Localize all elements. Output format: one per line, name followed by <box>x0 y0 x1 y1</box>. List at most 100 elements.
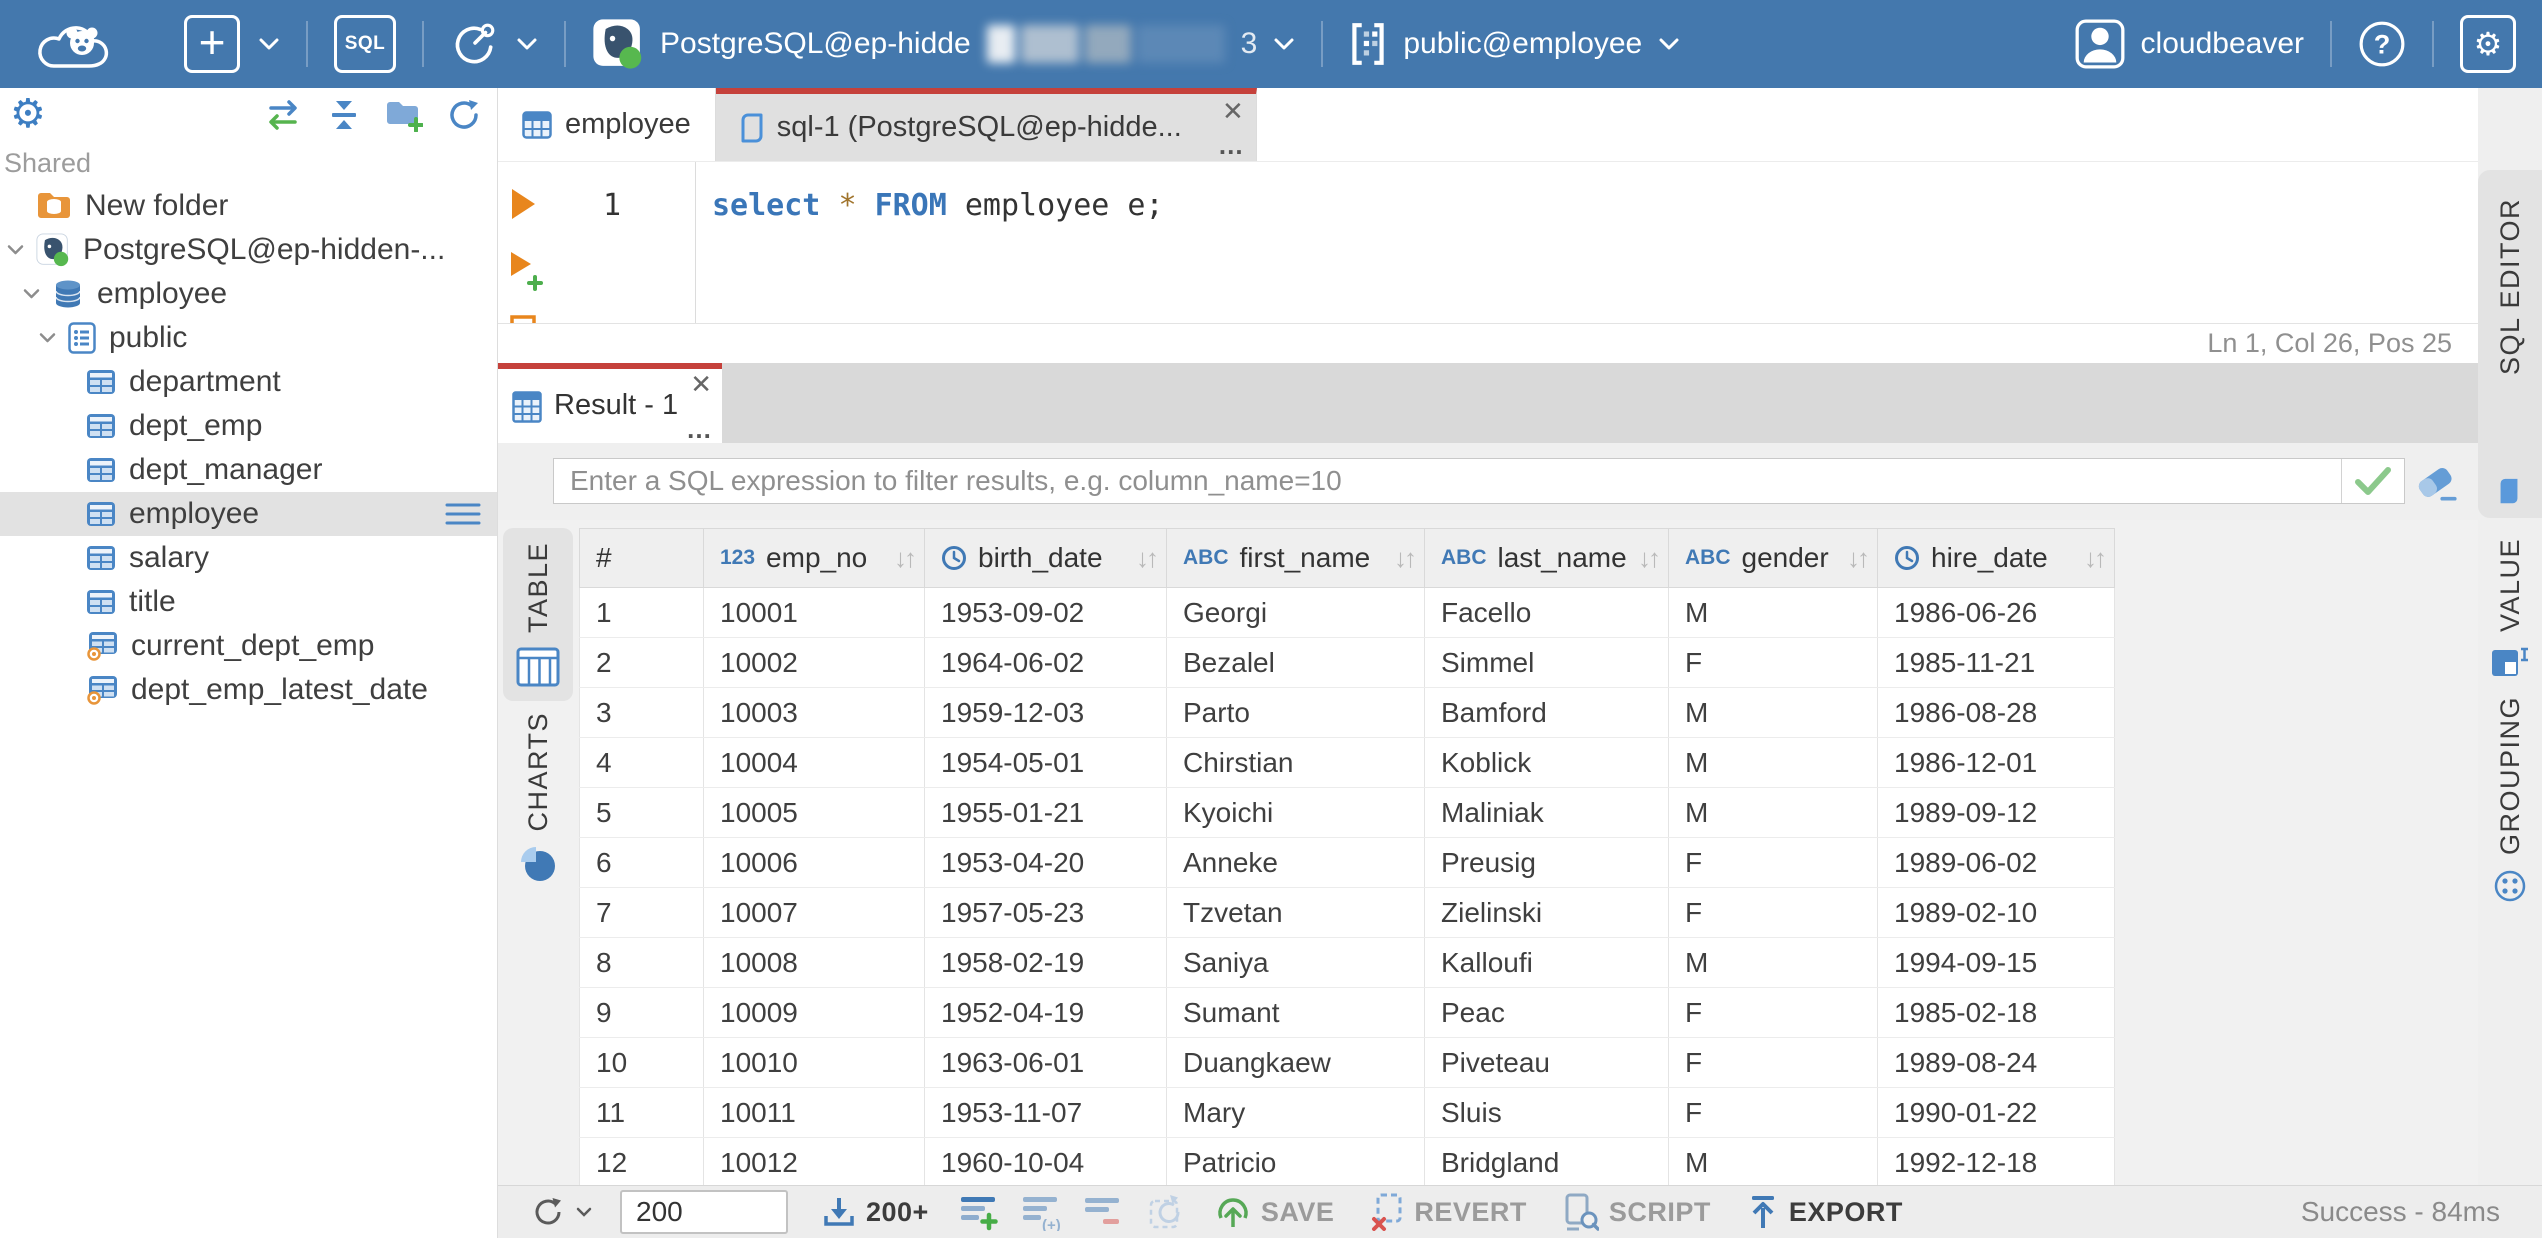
new-folder-icon[interactable] <box>385 98 423 132</box>
column-header-index[interactable]: # <box>579 528 704 588</box>
sort-toggle-icon[interactable]: ↓↑ <box>2084 543 2107 574</box>
grid-cell[interactable]: 1959-12-03 <box>924 687 1167 738</box>
grid-cell[interactable]: 10008 <box>703 937 925 988</box>
row-number-cell[interactable]: 2 <box>579 637 704 688</box>
row-number-cell[interactable]: 3 <box>579 687 704 738</box>
grid-cell[interactable]: Georgi <box>1166 587 1425 638</box>
close-icon[interactable]: ✕ <box>690 369 712 400</box>
grid-cell[interactable]: 1986-08-28 <box>1877 687 2115 738</box>
grid-cell[interactable]: Bezalel <box>1166 637 1425 688</box>
row-limit-input[interactable] <box>620 1190 788 1234</box>
grid-cell[interactable]: Bridgland <box>1424 1137 1669 1188</box>
grid-cell[interactable]: 10009 <box>703 987 925 1038</box>
grid-cell[interactable]: 1989-02-10 <box>1877 887 2115 938</box>
sql-code-line[interactable]: select * FROM employee e; <box>712 188 1164 223</box>
add-row-button[interactable] <box>959 1193 999 1231</box>
sort-toggle-icon[interactable]: ↓↑ <box>1136 543 1159 574</box>
tree-item-salary[interactable]: salary <box>0 536 497 580</box>
grid-cell[interactable]: 10002 <box>703 637 925 688</box>
grid-cell[interactable]: 1955-01-21 <box>924 787 1167 838</box>
sync-with-editor-icon[interactable] <box>263 99 303 131</box>
grid-cell[interactable]: 1960-10-04 <box>924 1137 1167 1188</box>
filter-input[interactable] <box>554 459 2341 503</box>
revert-button[interactable]: REVERT <box>1370 1193 1527 1231</box>
sql-editor[interactable]: 1 select * FROM employee e; <box>498 162 2478 323</box>
grid-cell[interactable]: Tzvetan <box>1166 887 1425 938</box>
grid-cell[interactable]: 10005 <box>703 787 925 838</box>
grid-cell[interactable]: 1963-06-01 <box>924 1037 1167 1088</box>
row-number-cell[interactable]: 11 <box>579 1087 704 1138</box>
grid-cell[interactable]: 10007 <box>703 887 925 938</box>
tree-item-public[interactable]: public <box>0 316 497 360</box>
sort-toggle-icon[interactable]: ↓↑ <box>1394 543 1417 574</box>
grid-cell[interactable]: 10006 <box>703 837 925 888</box>
grid-cell[interactable]: 1985-02-18 <box>1877 987 2115 1038</box>
grid-cell[interactable]: Chirstian <box>1166 737 1425 788</box>
grid-cell[interactable]: Piveteau <box>1424 1037 1669 1088</box>
collapse-all-icon[interactable] <box>327 98 361 132</box>
tab-employee[interactable]: employee <box>498 88 716 161</box>
grid-cell[interactable]: 1986-12-01 <box>1877 737 2115 788</box>
tree-item-dept_manager[interactable]: dept_manager <box>0 448 497 492</box>
grid-cell[interactable]: Patricio <box>1166 1137 1425 1188</box>
chevron-down-icon[interactable] <box>38 332 68 344</box>
row-number-cell[interactable]: 5 <box>579 787 704 838</box>
grid-cell[interactable]: F <box>1668 887 1878 938</box>
grid-cell[interactable]: Duangkaew <box>1166 1037 1425 1088</box>
grid-cell[interactable]: 1990-01-22 <box>1877 1087 2115 1138</box>
execute-query-icon[interactable] <box>508 186 538 222</box>
tab-grouping-panel[interactable]: GROUPING <box>2478 696 2542 903</box>
row-number-cell[interactable]: 9 <box>579 987 704 1038</box>
tree-item-employee[interactable]: employee <box>0 492 497 536</box>
grid-cell[interactable]: 1953-11-07 <box>924 1087 1167 1138</box>
grid-cell[interactable]: M <box>1668 687 1878 738</box>
grid-cell[interactable]: Koblick <box>1424 737 1669 788</box>
tree-item-dept_emp_latest_date[interactable]: dept_emp_latest_date <box>0 668 497 712</box>
grid-cell[interactable]: Mary <box>1166 1087 1425 1138</box>
tree-item-new-folder[interactable]: New folder <box>0 184 497 228</box>
driver-tools-button[interactable] <box>450 20 538 68</box>
new-sql-editor-button[interactable]: SQL <box>334 15 396 73</box>
grid-cell[interactable]: 1954-05-01 <box>924 737 1167 788</box>
execute-query-new-tab-icon[interactable] <box>508 250 544 292</box>
grid-cell[interactable]: Peac <box>1424 987 1669 1038</box>
tree-item-dept_emp[interactable]: dept_emp <box>0 404 497 448</box>
refresh-result-button[interactable] <box>532 1196 592 1228</box>
grid-cell[interactable]: 1994-09-15 <box>1877 937 2115 988</box>
grid-cell[interactable]: Parto <box>1166 687 1425 738</box>
new-connection-button[interactable]: + <box>184 15 280 73</box>
tab-sql-editor-side[interactable]: SQL EDITOR <box>2478 170 2542 518</box>
duplicate-row-button[interactable]: (+) <box>1021 1193 1061 1231</box>
chevron-down-icon[interactable] <box>6 244 36 256</box>
chevron-down-icon[interactable] <box>22 288 52 300</box>
grid-cell[interactable]: Preusig <box>1424 837 1669 888</box>
grid-cell[interactable]: 10003 <box>703 687 925 738</box>
tab-value-panel[interactable]: VALUE <box>2478 538 2542 678</box>
grid-cell[interactable]: 1952-04-19 <box>924 987 1167 1038</box>
grid-cell[interactable]: M <box>1668 1137 1878 1188</box>
grid-cell[interactable]: Sluis <box>1424 1087 1669 1138</box>
delete-row-button[interactable] <box>1083 1195 1123 1229</box>
grid-cell[interactable]: Kyoichi <box>1166 787 1425 838</box>
grid-cell[interactable]: 1985-11-21 <box>1877 637 2115 688</box>
row-number-cell[interactable]: 10 <box>579 1037 704 1088</box>
grid-cell[interactable]: Sumant <box>1166 987 1425 1038</box>
grid-cell[interactable]: 10011 <box>703 1087 925 1138</box>
grid-cell[interactable]: M <box>1668 587 1878 638</box>
column-header-first_name[interactable]: ABC first_name ↓↑ <box>1166 528 1425 588</box>
sidebar-settings-icon[interactable]: ⚙ <box>10 94 46 134</box>
grid-cell[interactable]: M <box>1668 787 1878 838</box>
grid-cell[interactable]: Maliniak <box>1424 787 1669 838</box>
grid-cell[interactable]: 1986-06-26 <box>1877 587 2115 638</box>
grid-cell[interactable]: F <box>1668 1037 1878 1088</box>
grid-cell[interactable]: Zielinski <box>1424 887 1669 938</box>
schema-selector[interactable]: public@employee <box>1349 21 1680 67</box>
tab-menu-icon[interactable]: … <box>686 414 712 445</box>
grid-cell[interactable]: 10010 <box>703 1037 925 1088</box>
grid-cell[interactable]: 1957-05-23 <box>924 887 1167 938</box>
grid-cell[interactable]: Kalloufi <box>1424 937 1669 988</box>
tab-charts-view[interactable]: CHARTS <box>503 698 573 896</box>
sort-toggle-icon[interactable]: ↓↑ <box>1847 543 1870 574</box>
column-header-last_name[interactable]: ABC last_name ↓↑ <box>1424 528 1669 588</box>
grid-cell[interactable]: Simmel <box>1424 637 1669 688</box>
